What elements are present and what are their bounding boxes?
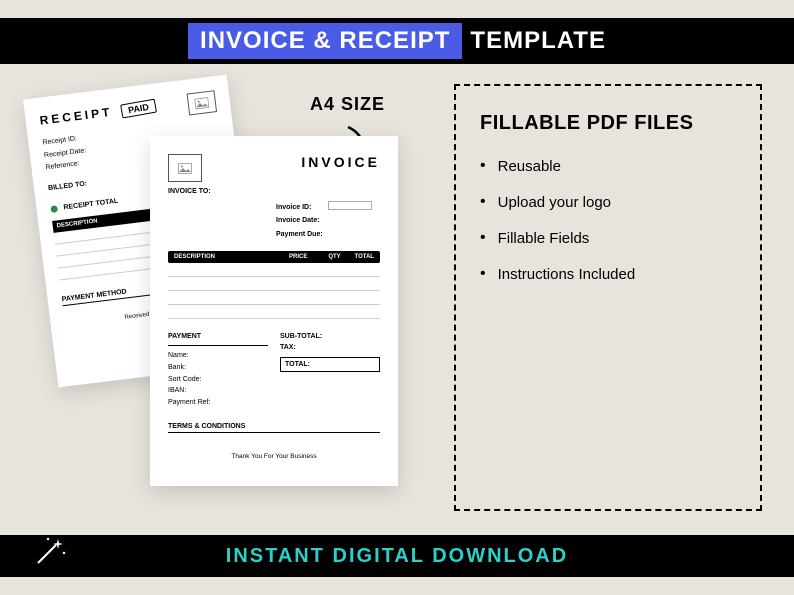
tax-label: TAX: [280, 342, 380, 353]
stage: A4 SIZE RECEIPT PAID Receipt ID: Receipt… [0, 64, 794, 535]
footer-text: INSTANT DIGITAL DOWNLOAD [226, 545, 568, 568]
feature-item: Reusable [480, 157, 736, 175]
feature-item: Fillable Fields [480, 229, 736, 247]
terms-header: TERMS & CONDITIONS [168, 423, 380, 433]
col-total: TOTAL [341, 254, 374, 260]
invoice-thanks: Thank You For Your Business [168, 453, 380, 460]
header-highlight: INVOICE & RECEIPT [188, 23, 462, 59]
header-rest: TEMPLATE [470, 27, 606, 55]
receipt-total-label: RECEIPT TOTAL [63, 198, 118, 212]
invoice-id-label: Invoice ID: [276, 201, 328, 214]
pay-sort-label: Sort Code: [168, 374, 268, 386]
paid-stamp: PAID [120, 99, 157, 119]
total-box: TOTAL: [280, 357, 380, 372]
footer-bar: INSTANT DIGITAL DOWNLOAD [0, 535, 794, 577]
invoice-lines [168, 263, 380, 319]
pay-bank-label: Bank: [168, 362, 268, 374]
col-description: DESCRIPTION [174, 254, 274, 260]
pay-ref-label: Payment Ref: [168, 397, 268, 409]
logo-placeholder-icon [168, 154, 202, 182]
billed-to-label: BILLED TO: [48, 180, 88, 192]
feature-item: Upload your logo [480, 193, 736, 211]
col-qty: QTY [307, 254, 340, 260]
a4-size-label: A4 SIZE [310, 94, 385, 115]
pay-iban-label: IBAN: [168, 385, 268, 397]
payment-section: PAYMENT Name: Bank: Sort Code: IBAN: Pay… [168, 331, 268, 409]
feature-item: Instructions Included [480, 265, 736, 283]
invoice-sheet: INVOICE INVOICE TO: Invoice ID: Invoice … [150, 136, 398, 486]
table-header: DESCRIPTION PRICE QTY TOTAL [168, 251, 380, 263]
features-title: FILLABLE PDF FILES [480, 112, 736, 135]
wand-icon [30, 531, 70, 571]
col-price: PRICE [274, 254, 307, 260]
header-bar: INVOICE & RECEIPT TEMPLATE [0, 18, 794, 64]
invoice-to-label: INVOICE TO: [168, 182, 380, 195]
subtotal-label: SUB-TOTAL: [280, 331, 380, 342]
payment-header: PAYMENT [168, 331, 268, 346]
invoice-meta: Invoice ID: Invoice Date: Payment Due: [276, 201, 380, 241]
features-list: Reusable Upload your logo Fillable Field… [480, 157, 736, 283]
features-panel: FILLABLE PDF FILES Reusable Upload your … [454, 84, 762, 511]
totals-section: SUB-TOTAL: TAX: TOTAL: [280, 331, 380, 409]
logo-placeholder-icon [187, 90, 217, 115]
payment-due-label: Payment Due: [276, 228, 328, 241]
invoice-date-label: Invoice Date: [276, 214, 328, 227]
pay-name-label: Name: [168, 350, 268, 362]
total-dot-icon [50, 205, 58, 213]
